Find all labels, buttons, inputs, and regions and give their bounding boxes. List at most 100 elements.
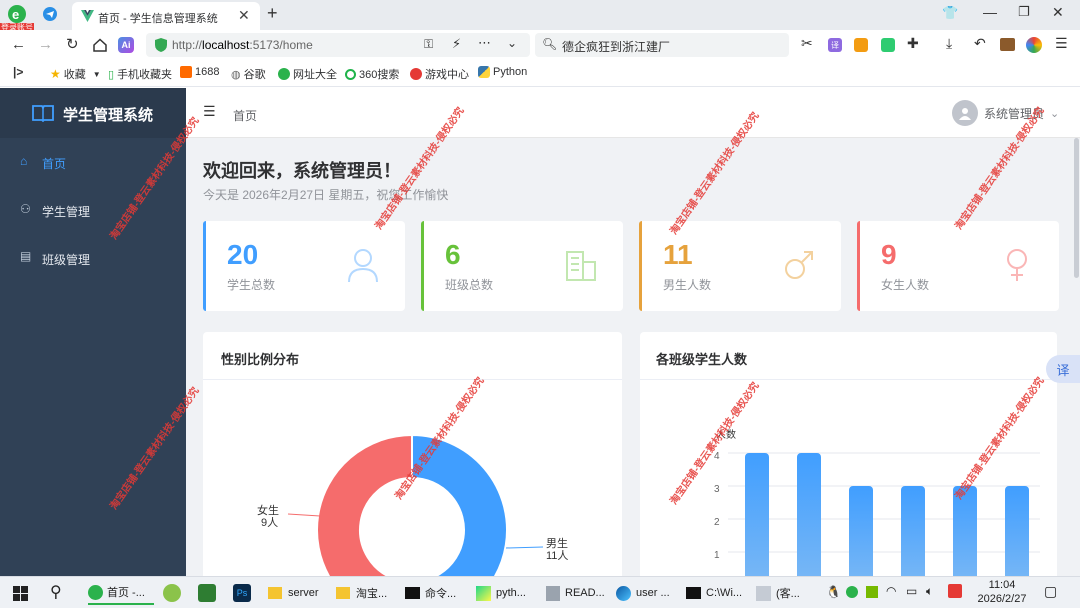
more-icon[interactable]: ⋯	[478, 35, 491, 51]
browser-tab-active[interactable]: 首页 - 学生信息管理系统 ✕	[72, 2, 260, 30]
bookmark-mobile[interactable]: ▯ 手机收藏夹	[108, 66, 172, 82]
wifi-icon[interactable]: ◠	[886, 584, 896, 598]
lightning-icon[interactable]: ⚡	[452, 36, 461, 52]
vertical-scrollbar[interactable]	[1074, 138, 1079, 278]
stat-label: 男生人数	[663, 278, 712, 292]
new-tab-icon[interactable]: +	[267, 3, 278, 24]
bar-class-1[interactable]	[745, 453, 769, 576]
taskbar-item-label: pyth...	[496, 587, 526, 599]
vue-logo-icon	[80, 9, 94, 23]
windows-start-icon[interactable]	[12, 585, 28, 601]
display-icon[interactable]: ▭	[906, 584, 917, 598]
sidebar-item-students[interactable]: ⚇ 学生管理	[0, 186, 186, 234]
taskbar-app-icon[interactable]	[198, 584, 216, 602]
taskbar-item-label: C:\Wi...	[706, 587, 743, 599]
taskbar-item-browser[interactable]: 首页 -...	[88, 581, 154, 605]
chat-ext-icon[interactable]	[881, 38, 895, 52]
app-header: ☰ 首页 系统管理员 ⌄	[186, 88, 1080, 138]
key-icon[interactable]: ⚿	[424, 37, 433, 52]
volume-icon[interactable]: 🔈︎	[926, 584, 933, 599]
menu-icon[interactable]: ☰	[1055, 35, 1068, 52]
home-icon: ⌂	[20, 154, 28, 168]
tab-close-icon[interactable]: ✕	[238, 7, 250, 24]
chart-title: 各班级学生人数	[656, 352, 748, 367]
collapse-menu-icon[interactable]: ☰	[203, 103, 216, 120]
avatar	[952, 100, 978, 126]
taskbar-item-cmd[interactable]: 命令...	[405, 581, 467, 605]
dropdown-chevron-icon[interactable]: ⌄	[507, 36, 517, 50]
y-tick-label: 2	[714, 517, 720, 528]
female-leader-line	[287, 513, 321, 517]
shirt-icon[interactable]: 👕	[942, 5, 958, 21]
extensions-icon[interactable]: ✚	[907, 35, 919, 52]
bookmark-directory[interactable]: 网址大全	[278, 66, 337, 82]
taskbar-item-folder[interactable]: 淘宝...	[336, 581, 396, 605]
windows-taskbar: ⚲ 首页 -... Ps server 淘宝... 命令... pyth... …	[0, 576, 1080, 608]
female-symbol-icon	[997, 245, 1037, 285]
qq-tray-icon[interactable]: 🐧	[826, 585, 841, 599]
bookmark-label: 手机收藏夹	[117, 69, 173, 81]
reload-icon[interactable]: ↻	[66, 35, 79, 53]
bookmark-favorites[interactable]: ★ 收藏 ▼	[50, 66, 101, 82]
taskbar-item-label: user ...	[636, 587, 670, 599]
taskbar-item-server[interactable]: server	[268, 581, 326, 605]
sidebar-item-classes[interactable]: ▤ 班级管理	[0, 234, 186, 282]
ai-icon[interactable]: Ai	[118, 37, 134, 53]
game-ext-icon[interactable]	[854, 38, 868, 52]
taskbar-item-client[interactable]: (客...	[756, 581, 816, 605]
taskbar-item-pycharm[interactable]: pyth...	[476, 581, 538, 605]
back-icon[interactable]: ←	[11, 36, 26, 53]
bar-class-2[interactable]	[797, 453, 821, 576]
clock[interactable]: 11:04 2026/2/27	[972, 578, 1032, 606]
translate-ext-icon[interactable]: 译	[828, 38, 842, 52]
minimize-icon[interactable]: —	[983, 4, 997, 20]
bar-class-5[interactable]	[953, 486, 977, 576]
bar-class-6[interactable]	[1005, 486, 1029, 576]
notification-icon[interactable]: ▢	[1044, 583, 1057, 600]
browser-nav-bar: ← → ↻ Ai http://localhost:5173/home ⚿ ⚡ …	[0, 30, 1080, 60]
taskbar-item-readme[interactable]: READ...	[546, 581, 608, 605]
telegram-icon[interactable]	[42, 6, 58, 22]
bookmark-label: 谷歌	[243, 69, 266, 81]
nvidia-tray-icon[interactable]	[866, 586, 878, 598]
address-bar[interactable]: http://localhost:5173/home ⚿ ⚡ ⋯ ⌄	[146, 33, 530, 57]
class-bar-chart[interactable]: 人数 4 3 2 1	[640, 380, 1057, 576]
welcome-title: 欢迎回来，系统管理员！	[203, 161, 401, 181]
bookmark-google[interactable]: ◍ 谷歌	[231, 66, 266, 82]
download-icon[interactable]: ⤓	[946, 35, 952, 52]
window-close-icon[interactable]: ✕	[1052, 4, 1064, 21]
stat-card-classes: 6 班级总数	[421, 221, 623, 311]
scissors-icon[interactable]: ✂	[801, 35, 813, 52]
input-method-icon[interactable]	[948, 584, 962, 598]
card-header: 性别比例分布	[203, 332, 622, 380]
photoshop-icon[interactable]: Ps	[233, 584, 251, 602]
url-text[interactable]: http://localhost:5173/home	[172, 38, 313, 52]
taskbar-search-icon[interactable]: ⚲	[50, 582, 62, 602]
game-center-icon	[410, 68, 422, 80]
stat-value: 20	[227, 239, 259, 270]
sidebar-toggle-icon[interactable]: |>	[13, 65, 23, 79]
restore-icon[interactable]: ❐	[1018, 4, 1030, 20]
forward-icon[interactable]: →	[38, 36, 53, 53]
taskbar-item-label: server	[288, 587, 319, 599]
home-icon[interactable]	[92, 37, 108, 53]
pie-slice-female[interactable]	[316, 433, 413, 576]
taskbar-app-icon[interactable]	[163, 584, 181, 602]
bookmark-1688[interactable]: 1688	[180, 66, 219, 78]
browser-tray-icon[interactable]	[846, 586, 858, 598]
female-label: 女生	[257, 503, 279, 517]
translate-float-button[interactable]: 译	[1046, 355, 1080, 383]
taskbar-item-cmd-window[interactable]: C:\Wi...	[686, 581, 748, 605]
wallet-icon[interactable]	[1000, 38, 1015, 51]
bar-class-4[interactable]	[901, 486, 925, 576]
bookmark-360search[interactable]: 360搜索	[345, 66, 399, 82]
bookmark-games[interactable]: 游戏中心	[410, 66, 469, 82]
undo-icon[interactable]: ↶	[974, 35, 986, 52]
search-box[interactable]: 🔍︎ 德企疯狂到浙江建厂	[535, 33, 789, 57]
colorful-ext-icon[interactable]	[1026, 37, 1042, 53]
taskbar-item-label: (客...	[776, 588, 800, 600]
bar-class-3[interactable]	[849, 486, 873, 576]
browser-logo-icon[interactable]: e	[6, 3, 28, 25]
bookmark-python[interactable]: Python	[478, 66, 527, 78]
taskbar-item-user[interactable]: user ...	[616, 581, 678, 605]
